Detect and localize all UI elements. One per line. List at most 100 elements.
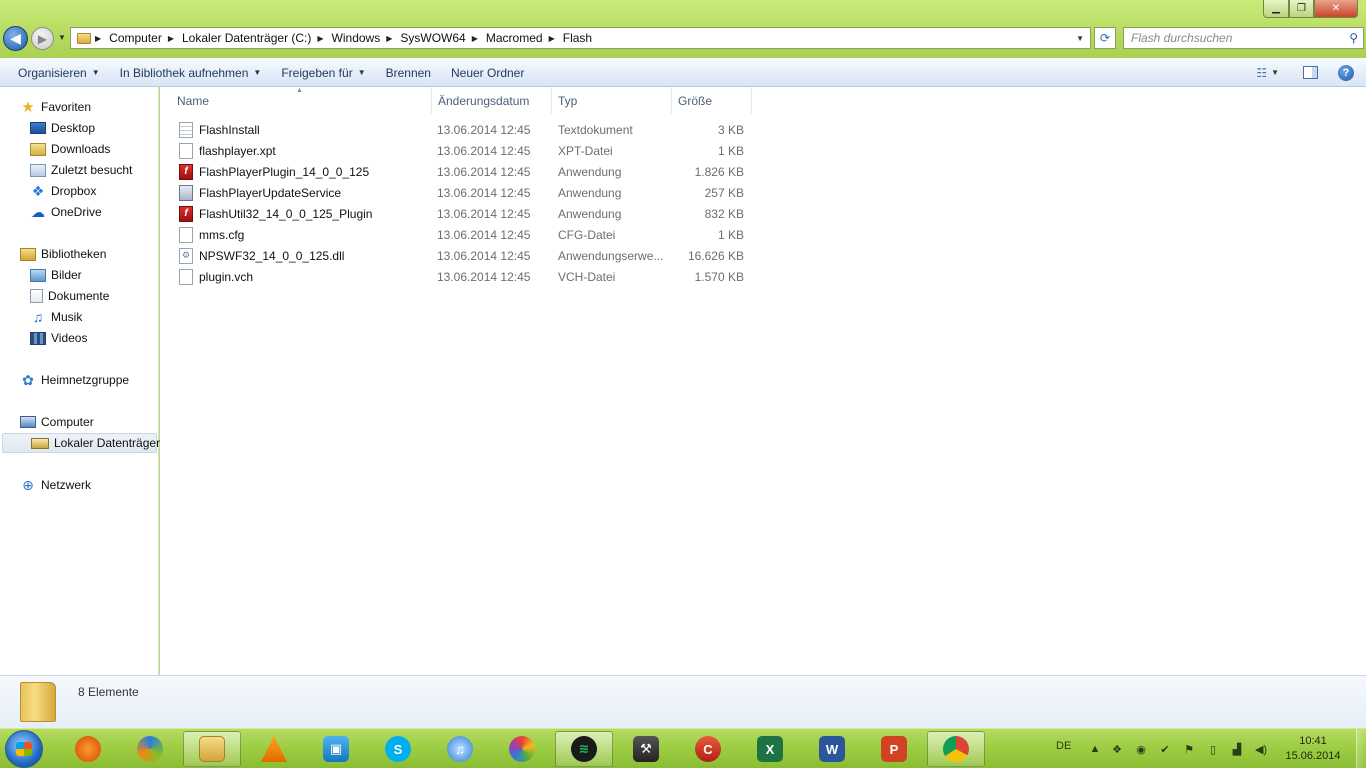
file-name-cell: plugin.vch <box>179 266 253 287</box>
recent-pages-dropdown[interactable]: ▼ <box>58 33 66 42</box>
dropbox-tray-icon[interactable]: ❖ <box>1110 742 1124 756</box>
sidebar-item-onedrive[interactable]: ☁ OneDrive <box>30 202 102 222</box>
sidebar-item-local-disk[interactable]: Lokaler Datenträger <box>2 433 160 453</box>
address-history-dropdown[interactable]: ▼ <box>1070 34 1090 43</box>
preview-pane-icon[interactable] <box>1303 66 1318 79</box>
sidebar-item-desktop[interactable]: Desktop <box>30 118 95 138</box>
taskbar-app-firefox[interactable] <box>59 731 117 767</box>
sidebar-item-dropbox[interactable]: ❖ Dropbox <box>30 181 97 201</box>
breadcrumb-separator[interactable]: ▶ <box>317 34 323 43</box>
sidebar-group-favorites[interactable]: ★ Favoriten <box>20 97 91 117</box>
avast-tray-icon[interactable]: ◉ <box>1134 742 1148 756</box>
back-button[interactable]: ◀ <box>3 26 28 51</box>
breadcrumb-separator[interactable]: ▶ <box>549 34 555 43</box>
breadcrumb-separator[interactable]: ▶ <box>168 34 174 43</box>
battery-icon[interactable]: ▯ <box>1206 742 1220 756</box>
breadcrumb-windows[interactable]: Windows <box>332 31 381 45</box>
sidebar-item-pictures[interactable]: Bilder <box>30 265 82 285</box>
taskbar-app-chrome[interactable] <box>927 731 985 767</box>
taskbar-app-vlc[interactable] <box>245 731 303 767</box>
taskbar-app-explorer[interactable] <box>183 731 241 767</box>
taskbar-app-powerpoint[interactable]: P <box>865 731 923 767</box>
file-row[interactable]: plugin.vch 13.06.2014 12:45 VCH-Datei 1.… <box>176 266 750 287</box>
file-size: 1.570 KB <box>694 269 744 284</box>
file-date: 13.06.2014 12:45 <box>437 185 531 200</box>
taskbar-app-tool[interactable]: ⚒ <box>617 731 675 767</box>
language-indicator[interactable]: DE <box>1056 740 1071 752</box>
file-name: plugin.vch <box>199 269 254 284</box>
taskbar-app-excel[interactable]: X <box>741 731 799 767</box>
dll-file-icon: ⚙ <box>179 247 193 264</box>
breadcrumb-separator[interactable]: ▶ <box>386 34 392 43</box>
column-header-type[interactable]: Typ <box>552 87 672 114</box>
file-type: Anwendungserwe... <box>558 248 664 263</box>
sidebar-item-recent[interactable]: Zuletzt besucht <box>30 160 132 180</box>
sidebar-item-videos[interactable]: Videos <box>30 328 87 348</box>
minimize-button[interactable]: ▁ <box>1263 0 1289 18</box>
column-header-size[interactable]: Größe <box>672 87 752 114</box>
breadcrumb-separator[interactable]: ▶ <box>95 34 101 43</box>
breadcrumb-computer[interactable]: Computer <box>109 31 162 45</box>
breadcrumb-macromed[interactable]: Macromed <box>486 31 543 45</box>
maximize-button[interactable]: ❐ <box>1289 0 1314 18</box>
file-row[interactable]: ⚙ NPSWF32_14_0_0_125.dll 13.06.2014 12:45… <box>176 245 750 266</box>
security-tray-icon[interactable]: ✔ <box>1158 742 1172 756</box>
taskbar-app-picasa[interactable] <box>493 731 551 767</box>
burn-button[interactable]: Brennen <box>376 66 441 80</box>
share-with-button[interactable]: Freigeben für ▼ <box>271 66 375 80</box>
file-row[interactable]: f FlashUtil32_14_0_0_125_Plugin 13.06.201… <box>176 203 750 224</box>
taskbar-app-ccleaner[interactable]: C <box>679 731 737 767</box>
file-row[interactable]: mms.cfg 13.06.2014 12:45 CFG-Datei 1 KB <box>176 224 750 245</box>
view-options-icon[interactable]: ☷ <box>1256 66 1267 80</box>
organize-button[interactable]: Organisieren ▼ <box>8 66 110 80</box>
refresh-button[interactable]: ⟳ <box>1094 27 1116 49</box>
taskbar-app-spotify[interactable]: ≋ <box>555 731 613 767</box>
column-header-name[interactable]: Name <box>171 87 432 114</box>
file-row[interactable]: FlashInstall 13.06.2014 12:45 Textdokume… <box>176 119 750 140</box>
taskbar-app-photos[interactable]: ▣ <box>307 731 365 767</box>
sidebar-item-downloads[interactable]: Downloads <box>30 139 110 159</box>
powerpoint-icon: P <box>881 736 907 762</box>
sidebar-item-music[interactable]: ♫ Musik <box>30 307 83 327</box>
volume-icon[interactable]: ◀) <box>1254 742 1268 756</box>
breadcrumb-separator[interactable]: ▶ <box>472 34 478 43</box>
search-icon[interactable]: ⚲ <box>1349 31 1358 45</box>
file-row[interactable]: f FlashPlayerPlugin_14_0_0_125 13.06.2014… <box>176 161 750 182</box>
taskbar-app-utility[interactable] <box>121 731 179 767</box>
action-center-flag-icon[interactable]: ⚑ <box>1182 742 1196 756</box>
breadcrumb-flash[interactable]: Flash <box>563 31 592 45</box>
help-icon[interactable]: ? <box>1338 64 1354 81</box>
address-bar[interactable]: ▶ Computer ▶ Lokaler Datenträger (C:) ▶ … <box>70 27 1091 49</box>
forward-button[interactable]: ▶ <box>31 27 54 50</box>
sidebar-label: Musik <box>51 310 83 324</box>
sidebar-item-homegroup[interactable]: ✿ Heimnetzgruppe <box>20 370 129 390</box>
new-folder-button[interactable]: Neuer Ordner <box>441 66 534 80</box>
file-row[interactable]: flashplayer.xpt 13.06.2014 12:45 XPT-Dat… <box>176 140 750 161</box>
clock[interactable]: 10:41 15.06.2014 <box>1280 734 1346 764</box>
start-button[interactable] <box>5 730 43 768</box>
file-size: 832 KB <box>704 206 744 221</box>
show-desktop-button[interactable] <box>1356 729 1366 768</box>
sidebar-group-computer[interactable]: Computer <box>20 412 94 432</box>
taskbar-app-word[interactable]: W <box>803 731 861 767</box>
taskbar-app-skype[interactable]: S <box>369 731 427 767</box>
search-box[interactable]: ⚲ <box>1123 27 1364 49</box>
file-type: Anwendung <box>558 206 622 221</box>
show-hidden-icons-icon[interactable]: ▲ <box>1088 742 1102 756</box>
documents-icon <box>30 289 43 303</box>
taskbar-app-itunes[interactable]: ♫ <box>431 731 489 767</box>
wifi-signal-icon[interactable]: ▟ <box>1230 742 1244 756</box>
file-row[interactable]: FlashPlayerUpdateService 13.06.2014 12:4… <box>176 182 750 203</box>
breadcrumb-drive[interactable]: Lokaler Datenträger (C:) <box>182 31 311 45</box>
column-header-date[interactable]: Änderungsdatum <box>432 87 552 114</box>
chevron-down-icon[interactable]: ▼ <box>1271 68 1279 77</box>
sidebar-label: Bibliotheken <box>41 247 107 261</box>
sidebar-group-libraries[interactable]: Bibliotheken <box>20 244 106 264</box>
sidebar-item-network[interactable]: ⊕ Netzwerk <box>20 475 91 495</box>
include-in-library-button[interactable]: In Bibliothek aufnehmen ▼ <box>110 66 272 80</box>
blank-file-icon <box>179 226 193 243</box>
sidebar-item-documents[interactable]: Dokumente <box>30 286 109 306</box>
search-input[interactable] <box>1131 31 1331 45</box>
close-button[interactable]: ✕ <box>1314 0 1358 18</box>
breadcrumb-syswow64[interactable]: SysWOW64 <box>400 31 465 45</box>
